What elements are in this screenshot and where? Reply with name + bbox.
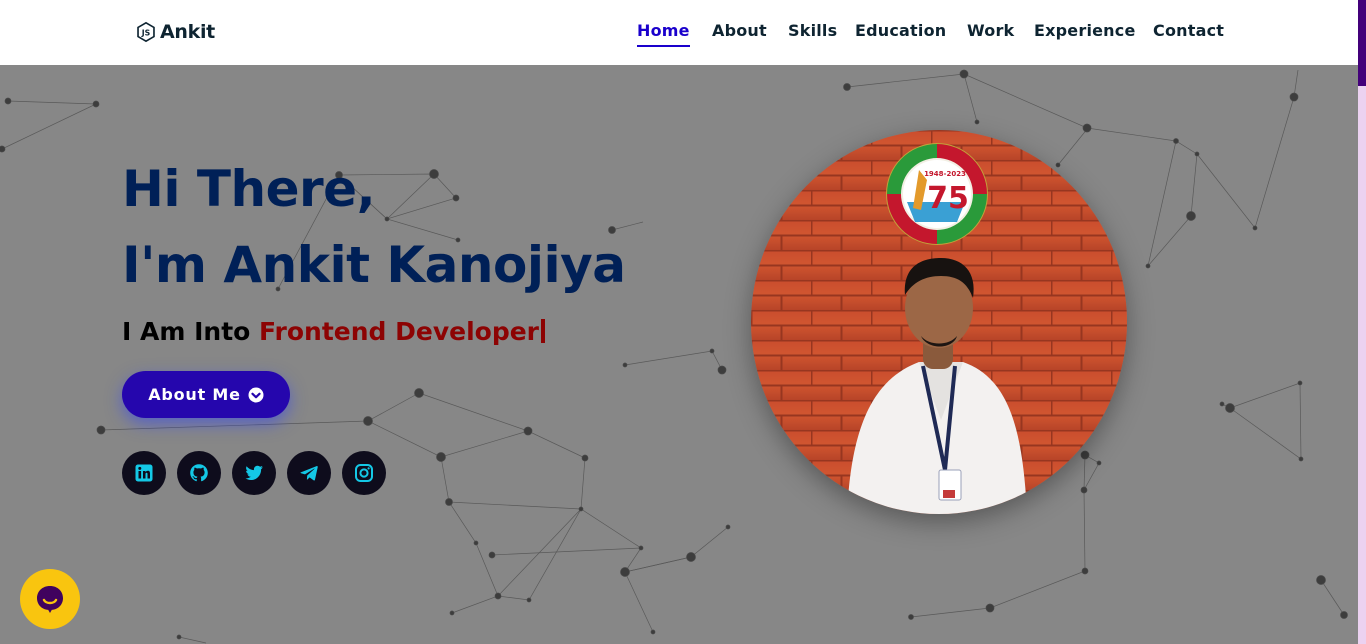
typing-caret: [541, 319, 546, 343]
nav-contact[interactable]: Contact: [1153, 21, 1224, 40]
scrollbar-thumb[interactable]: [1358, 0, 1366, 86]
typed-role: Frontend Developer: [259, 317, 540, 346]
hero-subtitle: I Am Into Frontend Developer: [122, 317, 546, 346]
hero-greeting: Hi There,: [122, 160, 376, 218]
profile-photo: 1948-2023 75: [751, 130, 1127, 514]
linkedin-icon: [135, 464, 153, 482]
hero-section: Hi There, I'm Ankit Kanojiya I Am Into F…: [0, 65, 1358, 644]
subtitle-prefix: I Am Into: [122, 317, 260, 346]
svg-text:JS: JS: [141, 28, 151, 37]
chevron-circle-down-icon: [248, 387, 264, 402]
nav-about[interactable]: About: [712, 21, 767, 40]
chat-icon: [37, 586, 63, 613]
twitter-icon: [245, 465, 263, 480]
instagram-link[interactable]: [342, 451, 386, 495]
college-badge: 1948-2023 75: [886, 143, 988, 245]
js-icon: JS: [137, 21, 155, 43]
telegram-link[interactable]: [287, 451, 331, 495]
nav-skills[interactable]: Skills: [788, 21, 837, 40]
nav-home[interactable]: Home: [637, 21, 690, 47]
badge-number: 75: [927, 181, 969, 216]
telegram-icon: [300, 466, 318, 481]
particle-network-background: [0, 69, 1348, 644]
instagram-icon: [355, 464, 373, 482]
github-link[interactable]: [177, 451, 221, 495]
nav-work[interactable]: Work: [967, 21, 1014, 40]
nav-education[interactable]: Education: [855, 21, 946, 40]
hero-name: I'm Ankit Kanojiya: [122, 236, 626, 294]
github-icon: [190, 464, 208, 482]
page-scrollbar[interactable]: [1358, 0, 1366, 644]
navbar: JS Ankit Home About Skills Education Wor…: [0, 0, 1358, 65]
twitter-link[interactable]: [232, 451, 276, 495]
about-me-label: About Me: [148, 385, 241, 404]
logo[interactable]: JS Ankit: [135, 19, 215, 45]
nav-experience[interactable]: Experience: [1034, 21, 1136, 40]
about-me-button[interactable]: About Me: [122, 371, 290, 418]
linkedin-link[interactable]: [122, 451, 166, 495]
chat-widget-button[interactable]: [20, 569, 80, 629]
badge-years: 1948-2023: [924, 170, 966, 178]
logo-text: Ankit: [160, 21, 215, 43]
